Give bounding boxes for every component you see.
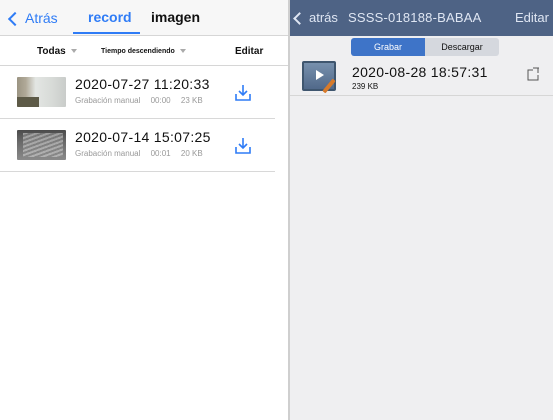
sort-filter[interactable]: Tiempo descendiendo bbox=[101, 48, 186, 55]
left-back-label: Atrás bbox=[25, 10, 58, 26]
tab-record[interactable]: record bbox=[88, 9, 132, 25]
download-icon[interactable] bbox=[234, 83, 252, 103]
recording-thumbnail bbox=[17, 77, 66, 107]
recording-title: 2020-07-14 15:07:25 bbox=[75, 129, 211, 145]
right-back-label: atrás bbox=[309, 10, 338, 25]
video-size: 239 KB bbox=[352, 82, 379, 91]
tab-record-underline bbox=[73, 32, 140, 34]
download-icon[interactable] bbox=[234, 136, 252, 156]
recording-size: 23 KB bbox=[180, 96, 203, 105]
right-pane: atrás SSSS-018188-BABAA Editar Grabar De… bbox=[290, 0, 553, 420]
video-row[interactable]: 2020-08-28 18:57:31 239 KB bbox=[290, 60, 553, 96]
left-edit-button[interactable]: Editar bbox=[235, 46, 263, 57]
app-root: Atrás record imagen Todas Tiempo descend… bbox=[0, 0, 553, 420]
recording-meta: Grabación manual 00:00 23 KB bbox=[75, 96, 211, 105]
video-title: 2020-08-28 18:57:31 bbox=[352, 64, 488, 80]
right-nav-bar: atrás SSSS-018188-BABAA Editar bbox=[290, 0, 553, 36]
recording-thumbnail bbox=[17, 130, 66, 160]
recording-duration: 00:00 bbox=[150, 96, 171, 105]
recording-title: 2020-07-27 11:20:33 bbox=[75, 76, 210, 92]
category-filter-label: Todas bbox=[37, 46, 66, 57]
segment-record[interactable]: Grabar bbox=[351, 38, 425, 56]
sort-filter-label: Tiempo descendiendo bbox=[101, 48, 175, 55]
video-thumbnail bbox=[302, 61, 336, 94]
recording-row[interactable]: 2020-07-14 15:07:25 Grabación manual 00:… bbox=[0, 120, 275, 172]
left-nav-bar: Atrás record imagen bbox=[0, 0, 288, 36]
dropdown-arrow-icon bbox=[70, 49, 77, 54]
left-back-button[interactable]: Atrás bbox=[7, 10, 58, 26]
recording-type: Grabación manual bbox=[75, 149, 141, 158]
segment-download[interactable]: Descargar bbox=[425, 38, 499, 56]
filter-bar: Todas Tiempo descendiendo Editar bbox=[0, 38, 288, 66]
tab-image[interactable]: imagen bbox=[151, 9, 200, 25]
segment-control: Grabar Descargar bbox=[351, 38, 499, 56]
dropdown-arrow-icon bbox=[179, 49, 186, 54]
device-title: SSSS-018188-BABAA bbox=[348, 10, 482, 25]
chevron-left-icon bbox=[7, 11, 23, 26]
category-filter[interactable]: Todas bbox=[37, 46, 77, 57]
right-back-button[interactable]: atrás bbox=[293, 10, 338, 25]
recording-row[interactable]: 2020-07-27 11:20:33 Grabación manual 00:… bbox=[0, 67, 275, 119]
recording-meta: Grabación manual 00:01 20 KB bbox=[75, 149, 211, 158]
pen-icon bbox=[322, 78, 336, 94]
recording-duration: 00:01 bbox=[150, 149, 171, 158]
right-edit-button[interactable]: Editar bbox=[515, 10, 549, 25]
share-icon[interactable] bbox=[526, 67, 540, 81]
chevron-left-icon bbox=[293, 11, 306, 25]
left-pane: Atrás record imagen Todas Tiempo descend… bbox=[0, 0, 288, 420]
recording-size: 20 KB bbox=[180, 149, 203, 158]
play-icon bbox=[316, 70, 324, 80]
recording-type: Grabación manual bbox=[75, 96, 141, 105]
